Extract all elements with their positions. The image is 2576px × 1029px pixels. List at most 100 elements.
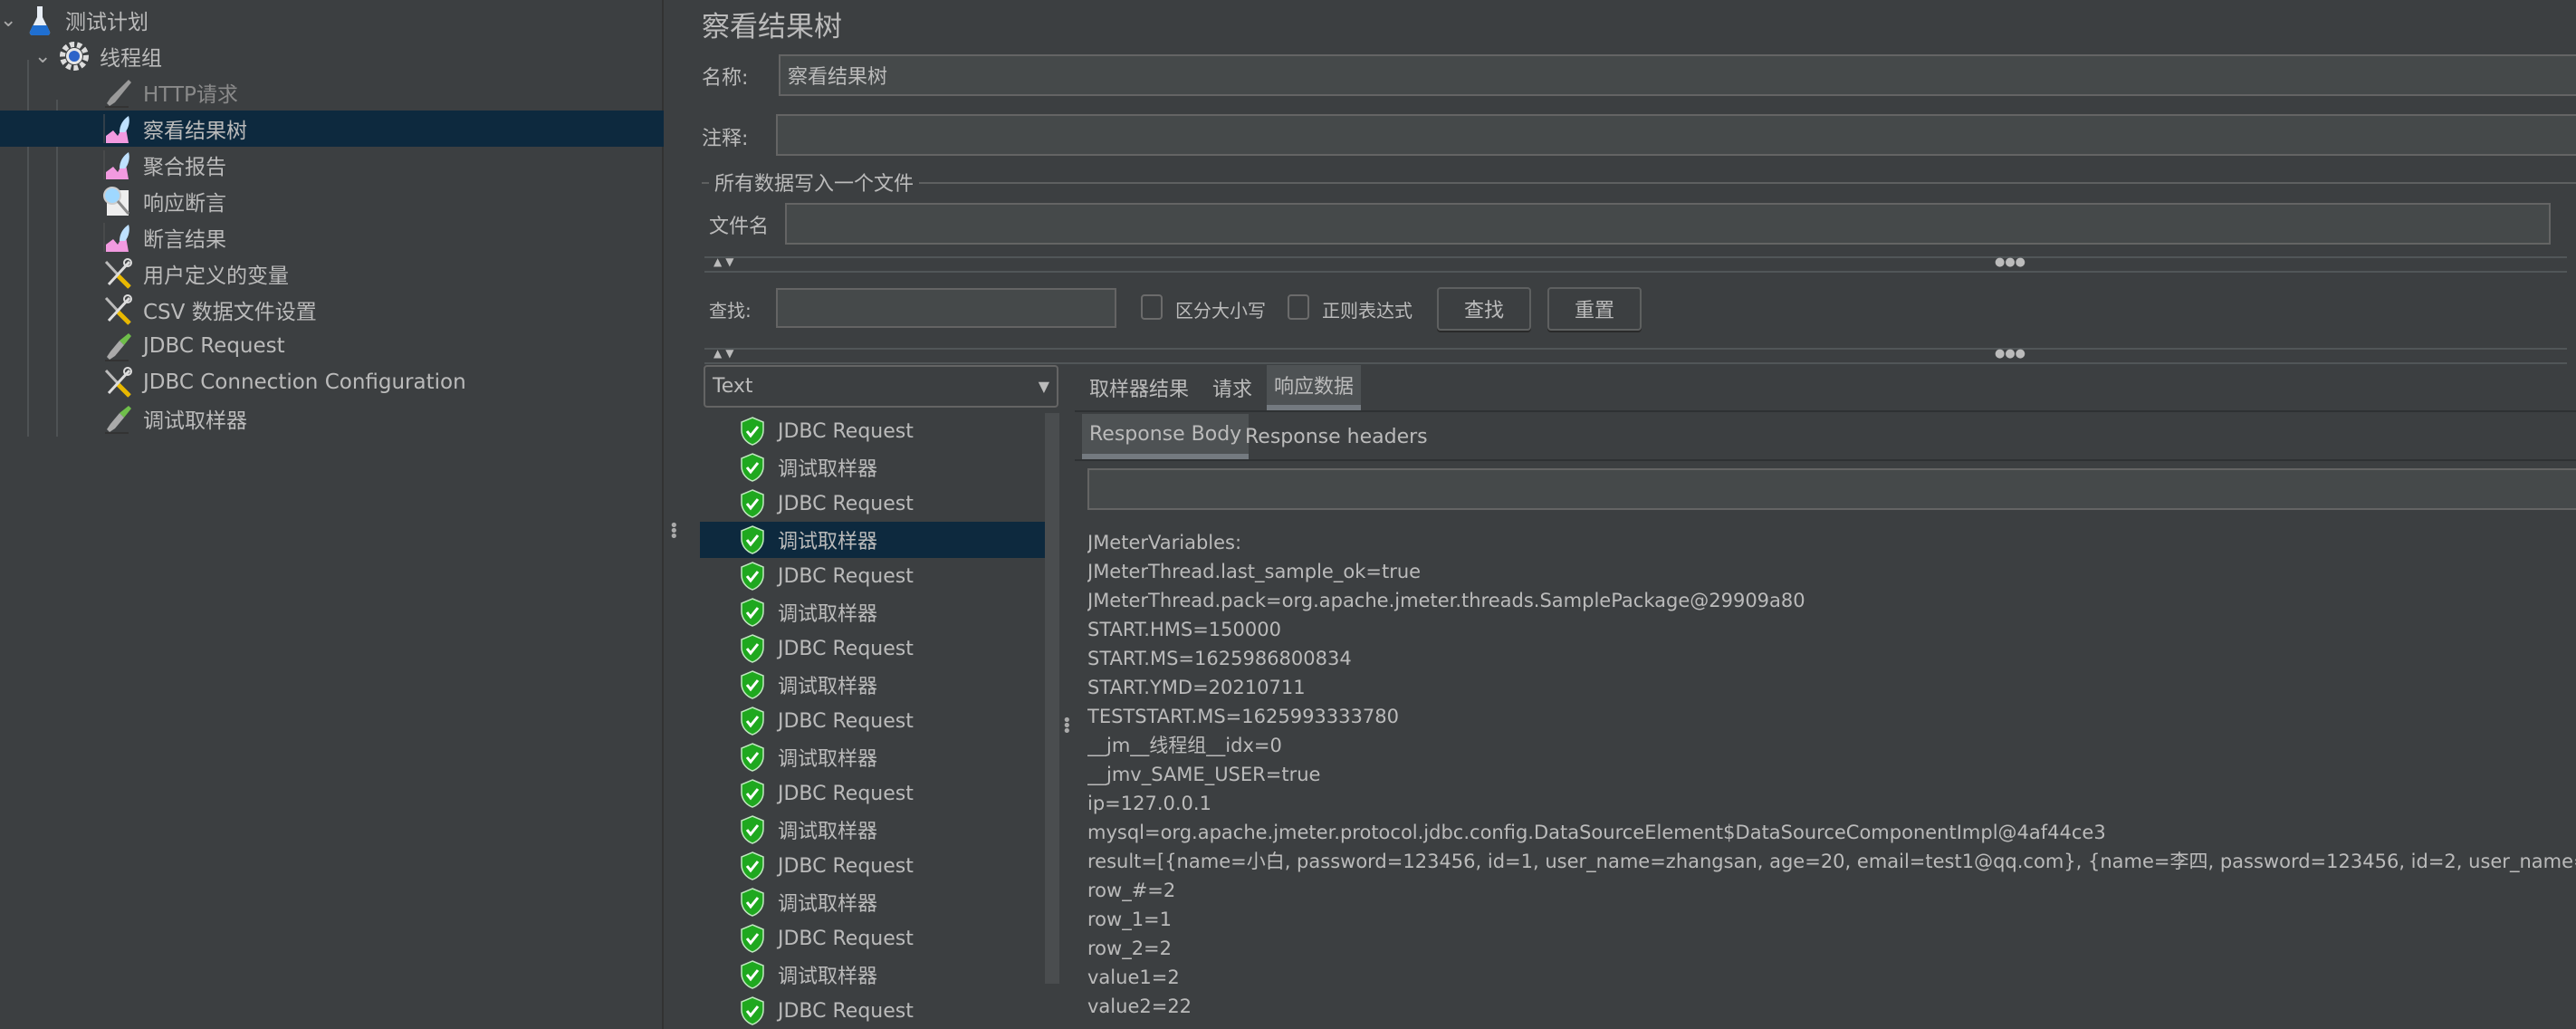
response-body-text[interactable]: JMeterVariables: JMeterThread.last_sample… (1087, 528, 2576, 1029)
tree-node-item[interactable]: CSV 数据文件设置 (101, 292, 317, 328)
sample-result-item[interactable]: JDBC Request (700, 775, 1045, 812)
sample-result-item[interactable]: 调试取样器 (700, 884, 1045, 920)
case-sensitive-checkbox[interactable] (1141, 294, 1163, 320)
pipette-green-icon (105, 406, 131, 434)
response-line: TESTSTART.MS=1625993333780 (1087, 706, 1399, 727)
tools-icon (104, 258, 132, 289)
drag-handle-icon[interactable]: ●●● (1995, 347, 2025, 361)
renderer-select[interactable]: Text ▼ (704, 365, 1058, 408)
page-title: 察看结果树 (702, 11, 842, 43)
search-label: 查找: (709, 300, 752, 322)
response-line: result=[{name=小白, password=123456, id=1,… (1087, 851, 2576, 872)
pipette-gray-icon (105, 80, 131, 108)
filename-label: 文件名 (709, 216, 770, 238)
tree-node-item[interactable]: 调试取样器 (101, 400, 247, 437)
chevron-down-icon[interactable]: ⌄ (0, 9, 24, 32)
collapse-arrows-icon[interactable]: ▲▼ (713, 255, 737, 268)
pipette-green-icon (105, 333, 131, 361)
sample-result-item[interactable]: 调试取样器 (700, 957, 1045, 993)
name-input[interactable]: 察看结果树 (779, 54, 2576, 96)
response-line: __jmv_SAME_USER=true (1087, 764, 1321, 785)
sample-label: JDBC Request (778, 492, 914, 515)
drag-handle-icon[interactable]: • • • (1062, 713, 1072, 740)
response-line: row_2=2 (1087, 938, 1173, 959)
response-line: START.MS=1625986800834 (1087, 648, 1352, 669)
filename-input[interactable] (785, 203, 2551, 245)
split-pane-divider[interactable]: ▲▼ ●●● (704, 255, 2567, 273)
success-shield-icon (741, 453, 764, 482)
tree-node-label: 断言结果 (143, 228, 226, 252)
sample-result-item[interactable]: JDBC Request (700, 558, 1045, 594)
sample-label: JDBC Request (778, 564, 914, 588)
sample-result-item[interactable]: 调试取样器 (700, 449, 1045, 486)
sample-result-item[interactable]: JDBC Request (700, 848, 1045, 884)
sample-list-scrollbar[interactable] (1045, 413, 1059, 984)
sample-label: 调试取样器 (778, 603, 878, 626)
sample-result-item[interactable]: JDBC Request (700, 703, 1045, 739)
sample-result-item[interactable]: JDBC Request (700, 920, 1045, 957)
split-pane-divider[interactable]: • • • (666, 0, 682, 1029)
sample-result-item[interactable]: JDBC Request (700, 486, 1045, 522)
search-input[interactable] (776, 288, 1116, 328)
tab-result-0[interactable]: 取样器结果 (1082, 365, 1196, 410)
regex-label: 正则表达式 (1322, 300, 1412, 322)
sample-result-item[interactable]: 调试取样器 (700, 522, 1045, 558)
sample-result-item[interactable]: JDBC Request (700, 993, 1045, 1029)
response-search-input[interactable] (1087, 468, 2576, 510)
tree-node-item[interactable]: 断言结果 (101, 219, 226, 255)
tree-node-item[interactable]: 察看结果树 (0, 111, 664, 147)
tab-response-1[interactable]: Response headers (1238, 414, 1435, 459)
tree-node-label: 聚合报告 (143, 156, 226, 179)
find-button[interactable]: 查找 (1437, 287, 1531, 331)
response-line: JMeterVariables: (1087, 532, 1242, 553)
chart-icon (103, 114, 129, 143)
tree-node-item[interactable]: JDBC Request (101, 328, 285, 364)
chevron-down-icon[interactable]: ⌄ (34, 45, 58, 68)
tab-label: 取样器结果 (1089, 379, 1190, 401)
test-plan-tree[interactable]: ⌄ 测试计划 ⌄ 线程组 HTTP请求察看结果树聚合报告响应断言断言结果用户定义… (0, 0, 664, 1029)
split-pane-divider[interactable]: • • • (1062, 365, 1073, 1029)
file-group-legend: 所有数据写入一个文件 (709, 168, 920, 197)
sample-label: JDBC Request (778, 709, 914, 733)
success-shield-icon (741, 888, 764, 917)
tree-node-item[interactable]: 聚合报告 (101, 147, 226, 183)
regex-checkbox[interactable] (1288, 294, 1309, 320)
tree-node-label: HTTP请求 (143, 83, 238, 107)
sample-result-item[interactable]: 调试取样器 (700, 812, 1045, 848)
sample-result-item[interactable]: JDBC Request (700, 413, 1045, 449)
tab-result-2[interactable]: 响应数据 (1267, 365, 1362, 410)
success-shield-icon (741, 996, 764, 1025)
case-sensitive-label: 区分大小写 (1175, 300, 1266, 322)
tree-node-item[interactable]: HTTP请求 (101, 74, 238, 111)
response-line: START.HMS=150000 (1087, 619, 1281, 640)
tab-response-0[interactable]: Response Body (1082, 414, 1250, 459)
comment-label: 注释: (702, 128, 749, 150)
reset-button[interactable]: 重置 (1547, 287, 1642, 331)
sample-label: 调试取样器 (778, 531, 878, 553)
tree-node-item[interactable]: JDBC Connection Configuration (101, 364, 466, 400)
drag-handle-icon[interactable]: • • • (669, 518, 679, 545)
view-results-tree-panel: 察看结果树 名称: 察看结果树 注释: 所有数据写入一个文件 文件名 ▲▼ ●●●… (682, 0, 2576, 1029)
collapse-arrows-icon[interactable]: ▲▼ (713, 347, 737, 360)
sample-result-item[interactable]: 调试取样器 (700, 739, 1045, 775)
tree-node-label: 测试计划 (65, 11, 148, 34)
tab-label: 请求 (1212, 379, 1253, 401)
tree-node-test-plan[interactable]: ⌄ 测试计划 (0, 2, 148, 38)
tree-node-thread-group[interactable]: ⌄ 线程组 (34, 38, 162, 74)
response-line: JMeterThread.last_sample_ok=true (1087, 561, 1422, 582)
tree-node-item[interactable]: 用户定义的变量 (101, 255, 289, 292)
tab-result-1[interactable]: 请求 (1205, 365, 1259, 410)
dropdown-arrow-icon: ▼ (1038, 378, 1049, 395)
comment-input[interactable] (776, 114, 2576, 156)
drag-handle-icon[interactable]: ●●● (1995, 255, 2025, 269)
response-line: mysql=org.apache.jmeter.protocol.jdbc.co… (1087, 822, 2106, 843)
flask-icon (29, 6, 51, 36)
split-pane-divider[interactable]: ▲▼ ●●● (704, 347, 2567, 364)
chart-icon (103, 150, 129, 179)
sample-result-item[interactable]: JDBC Request (700, 630, 1045, 667)
tree-node-item[interactable]: 响应断言 (101, 183, 226, 219)
sample-result-item[interactable]: 调试取样器 (700, 594, 1045, 630)
sample-results-list[interactable]: JDBC Request 调试取样器 JDBC Request 调试取样器 JDBC R… (700, 413, 1045, 1029)
sample-result-item[interactable]: 调试取样器 (700, 667, 1045, 703)
success-shield-icon (741, 562, 764, 591)
